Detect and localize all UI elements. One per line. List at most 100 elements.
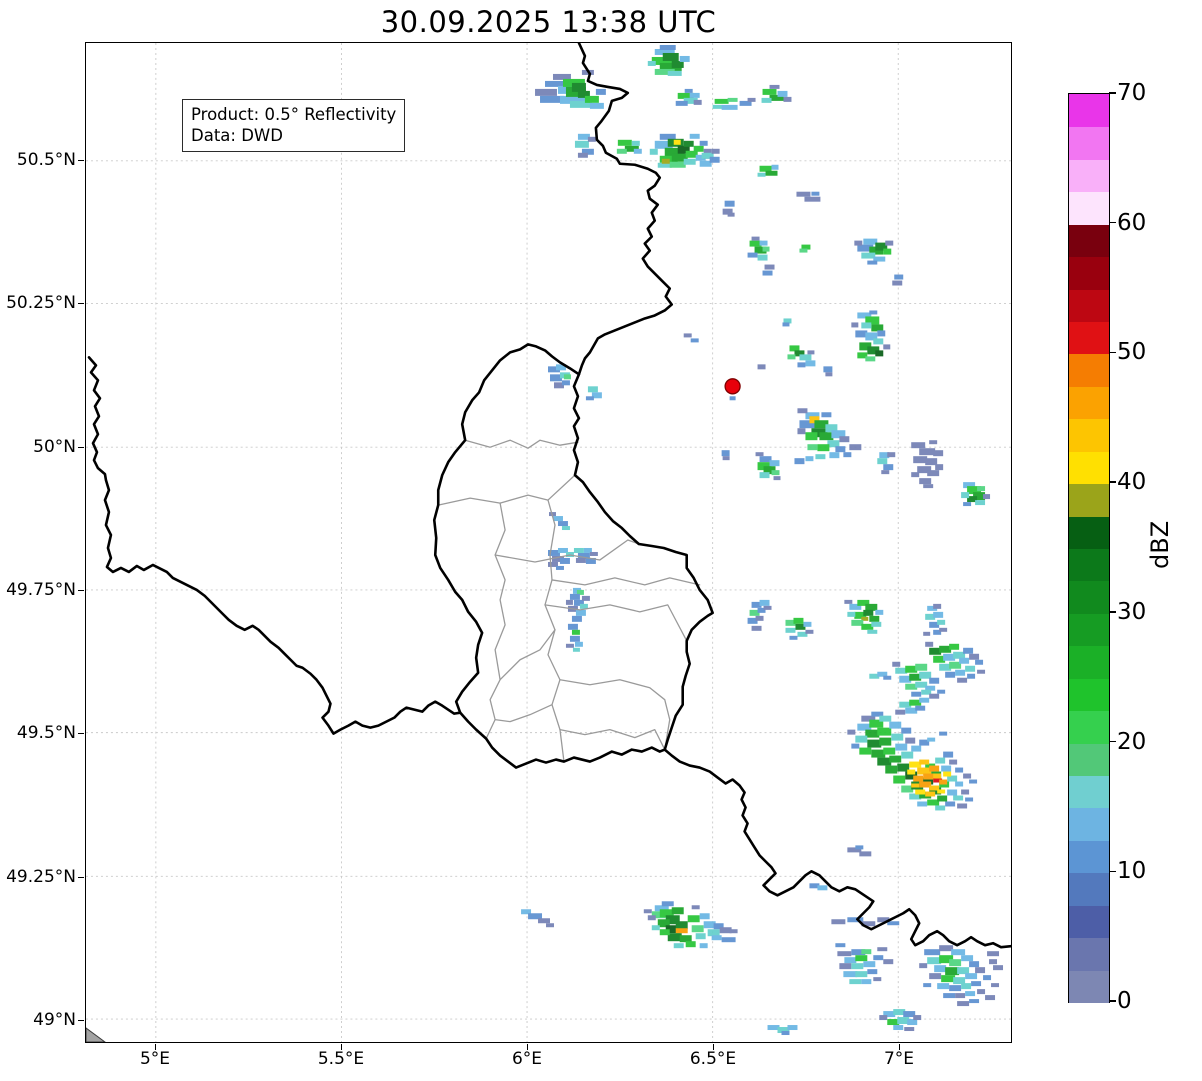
echo-cell	[797, 362, 806, 368]
echo-cell	[993, 965, 1004, 971]
lat-tick-label: 50.5°N	[16, 150, 76, 170]
echo-cell	[729, 929, 738, 934]
echo-cell	[819, 432, 834, 441]
echo-cell	[762, 246, 770, 252]
echo-cell	[937, 983, 950, 990]
echo-cell	[969, 779, 978, 784]
colorbar-segment	[1069, 94, 1109, 127]
echo-cell	[673, 139, 681, 145]
echo-cell	[691, 925, 704, 933]
echo-cell	[782, 322, 790, 327]
colorbar-segment	[1069, 386, 1109, 419]
echo-cell	[675, 928, 688, 934]
border-france-germany	[663, 748, 1011, 949]
canton-border	[559, 679, 671, 751]
echo-cell	[934, 965, 947, 973]
colorbar-tick-mark	[1109, 740, 1116, 743]
colorbar-segment	[1069, 353, 1109, 387]
echo-cell	[937, 795, 948, 802]
colorbar-segment	[1069, 321, 1109, 354]
lat-tick-mark	[78, 732, 84, 734]
echo-cell	[699, 943, 708, 949]
echo-cell	[955, 767, 964, 773]
canton-border	[437, 474, 576, 506]
echo-cell	[661, 158, 670, 164]
echo-cell	[805, 360, 816, 367]
echo-cell	[877, 947, 888, 952]
colorbar-tick-mark	[1109, 611, 1116, 613]
echo-cell	[679, 55, 690, 62]
echo-cell	[805, 456, 814, 462]
lon-tick-label: 5.5°E	[317, 1049, 365, 1069]
echo-cell	[927, 470, 940, 477]
echo-cell	[875, 609, 884, 615]
echo-cell	[712, 104, 723, 109]
echo-cell	[847, 611, 856, 617]
echo-cell	[759, 599, 770, 606]
lon-tick-mark	[898, 1044, 900, 1050]
echo-cell	[919, 759, 930, 765]
echo-cell	[929, 765, 940, 772]
echo-cell	[875, 350, 884, 357]
echo-cell	[877, 330, 886, 337]
echo-cell	[759, 472, 770, 479]
echo-cell	[764, 264, 775, 270]
colorbar-tick-label: 20	[1117, 728, 1147, 755]
echo-cell	[957, 803, 968, 809]
colorbar-segment	[1069, 548, 1109, 581]
echo-cell	[727, 212, 735, 217]
colorbar-segment	[1069, 224, 1109, 257]
echo-cell	[647, 60, 656, 66]
echo-cell	[683, 158, 696, 165]
echo-cell	[919, 697, 930, 703]
echo-cell	[907, 769, 916, 775]
echo-cell	[829, 452, 840, 459]
echo-cell	[855, 955, 868, 962]
echo-cell	[675, 100, 688, 106]
echo-cell	[861, 949, 872, 955]
lat-tick-label: 49.5°N	[16, 723, 76, 743]
echo-cell	[671, 907, 684, 915]
echo-cell	[965, 797, 974, 802]
echo-cell	[683, 140, 694, 147]
echo-cell	[925, 641, 934, 647]
echo-cell	[965, 991, 976, 997]
lat-tick-mark	[78, 1019, 84, 1021]
echo-cell	[923, 484, 934, 489]
echo-cell	[861, 322, 872, 329]
lat-tick-mark	[78, 159, 84, 161]
echo-cell	[837, 951, 852, 957]
colorbar-segment	[1069, 613, 1109, 646]
echo-cell	[661, 901, 674, 907]
echo-cell	[949, 759, 958, 765]
lat-tick-label: 50°N	[33, 437, 76, 457]
border-france-belgium	[87, 356, 462, 735]
echo-cell	[724, 200, 735, 207]
echo-cell	[941, 765, 952, 772]
echo-cell	[865, 729, 880, 738]
lat-tick-label: 50.25°N	[6, 293, 76, 313]
echo-cell	[975, 967, 986, 974]
echo-cell	[935, 464, 944, 471]
echo-cell	[929, 677, 940, 684]
echo-cell	[871, 749, 886, 758]
echo-cell	[901, 727, 912, 734]
echo-cell	[584, 95, 599, 103]
echo-cell	[971, 981, 982, 987]
colorbar-segment	[1069, 126, 1109, 160]
echo-cell	[555, 565, 564, 570]
colorbar-segment	[1069, 418, 1109, 452]
echo-cell	[911, 691, 922, 697]
echo-cell	[794, 458, 805, 465]
echo-cell	[939, 945, 954, 952]
colorbar-segment	[1069, 743, 1109, 776]
echo-cell	[965, 665, 976, 672]
echo-cell	[943, 771, 952, 777]
echo-cell	[893, 1025, 904, 1031]
colorbar-segment	[1069, 775, 1109, 808]
echo-cell	[751, 236, 760, 241]
echo-cell	[949, 985, 962, 992]
echo-cell	[571, 629, 580, 635]
echo-cell	[871, 324, 884, 332]
echo-cell	[913, 456, 928, 464]
